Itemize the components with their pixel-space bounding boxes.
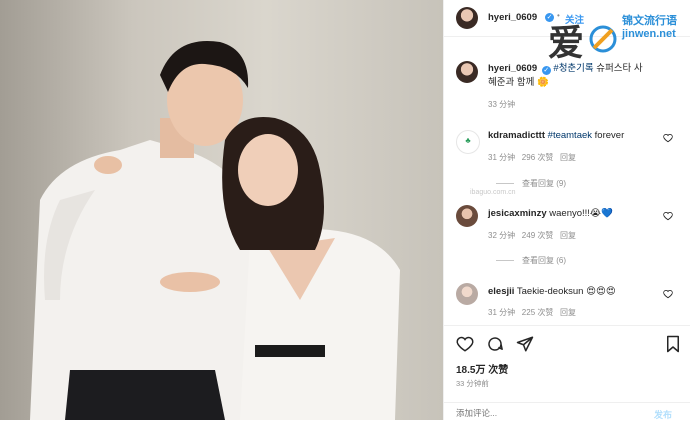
post-author-username[interactable]: hyeri_0609	[488, 12, 537, 23]
caption-avatar[interactable]	[456, 61, 478, 83]
save-bookmark-icon[interactable]	[665, 335, 681, 353]
view-replies-button[interactable]: 查看回复 (6)	[496, 255, 566, 266]
comment-likes[interactable]: 249 次赞	[522, 231, 554, 240]
comment-meta: 32 分钟 249 次赞 回复	[488, 230, 576, 241]
post-likes-count[interactable]: 18.5万 次赞	[456, 361, 508, 376]
comment-meta: 31 分钟 296 次赞 回复	[488, 152, 576, 163]
comment-username[interactable]: kdramadicttt	[488, 130, 545, 141]
verified-badge-icon: ✓	[541, 66, 551, 75]
post-time: 33 分钟前	[456, 379, 489, 388]
comment-time: 32 分钟	[488, 231, 516, 240]
divider	[444, 402, 690, 403]
comment-body: Taekie-deoksun 😍😍😍	[516, 286, 616, 297]
reply-divider	[496, 260, 514, 262]
comment-avatar[interactable]	[456, 205, 478, 227]
caption-time: 33 分钟	[488, 100, 516, 109]
like-heart-icon[interactable]	[456, 335, 474, 353]
comment-text: kdramadicttt #teamtaek forever	[488, 130, 624, 141]
caption-line2: 혜준과 함께	[488, 77, 535, 88]
divider	[444, 325, 690, 326]
view-replies-label: 查看回复 (9)	[522, 179, 566, 188]
avatar[interactable]	[456, 7, 478, 29]
view-replies-button[interactable]: 查看回复 (9)	[496, 178, 566, 189]
comment-time: 31 分钟	[488, 308, 516, 317]
add-comment-input[interactable]	[454, 405, 638, 421]
comment-time: 31 分钟	[488, 153, 516, 162]
comment-bubble-icon[interactable]	[486, 335, 504, 353]
comment-username[interactable]: elesjii	[488, 286, 514, 297]
caption-line1-rest: 슈퍼스타 사	[596, 63, 643, 74]
site-watermark: 爱 锦文流行语 jinwen.net	[546, 4, 690, 64]
comment-text: jesicaxminzy waenyo!!!😭💙	[488, 208, 613, 219]
post-photo	[0, 0, 443, 420]
watermark-site-url: jinwen.net	[622, 28, 676, 40]
comment-reply-button[interactable]: 回复	[560, 231, 576, 240]
caption-text: hyeri_0609 ✓ #청춘기록 슈퍼스타 사 혜준과 함께 🌼	[488, 62, 684, 90]
comment-text: elesjii Taekie-deoksun 😍😍😍	[488, 286, 616, 297]
photo-illustration	[0, 0, 443, 420]
comment-avatar[interactable]: ♣	[456, 130, 480, 154]
watermark-brand-char: 爱	[548, 22, 585, 64]
reply-divider	[496, 183, 514, 185]
comment-body: forever	[594, 130, 625, 141]
caption-username[interactable]: hyeri_0609	[488, 63, 537, 74]
comment-reply-button[interactable]: 回复	[560, 308, 576, 317]
faint-watermark-url: ibaguo.com.cn	[470, 189, 516, 196]
view-replies-label: 查看回复 (6)	[522, 256, 566, 265]
post-comment-button[interactable]: 发布	[654, 408, 672, 421]
watermark-logo-icon	[589, 25, 617, 53]
comment-likes[interactable]: 225 次赞	[522, 308, 554, 317]
share-paper-plane-icon[interactable]	[516, 335, 534, 353]
comment-meta: 31 分钟 225 次赞 回复	[488, 307, 576, 318]
caption-emoji: 🌼	[536, 77, 549, 88]
like-comment-heart-icon[interactable]	[663, 133, 673, 143]
comment-avatar[interactable]	[456, 283, 478, 305]
comment-body: waenyo!!!😭💙	[549, 208, 613, 219]
comment-likes[interactable]: 296 次赞	[522, 153, 554, 162]
like-comment-heart-icon[interactable]	[663, 211, 673, 221]
comment-username[interactable]: jesicaxminzy	[488, 208, 547, 219]
like-comment-heart-icon[interactable]	[663, 289, 673, 299]
watermark-site-name: 锦文流行语	[622, 15, 677, 27]
comment-hashtag[interactable]: #teamtaek	[548, 130, 592, 141]
comment-reply-button[interactable]: 回复	[560, 153, 576, 162]
